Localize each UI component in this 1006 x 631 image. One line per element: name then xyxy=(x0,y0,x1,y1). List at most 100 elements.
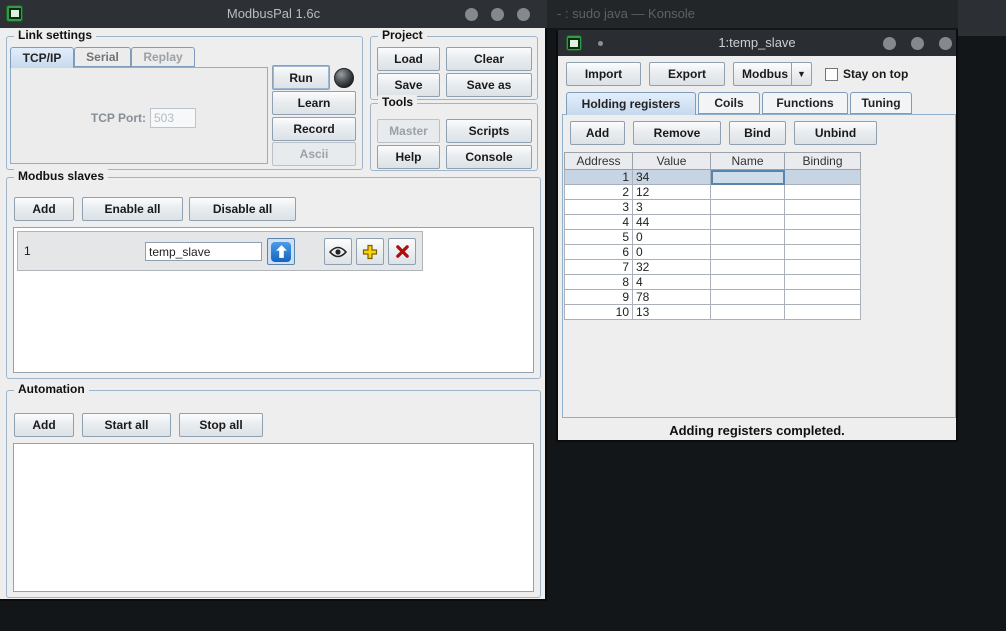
table-cell-bind[interactable] xyxy=(785,260,861,275)
tcp-port-input[interactable] xyxy=(150,108,196,128)
table-cell-addr[interactable]: 2 xyxy=(565,185,633,200)
table-cell-bind[interactable] xyxy=(785,275,861,290)
tab-functions[interactable]: Functions xyxy=(762,92,848,114)
table-row[interactable]: 84 xyxy=(565,275,861,290)
console-button[interactable]: Console xyxy=(446,145,532,169)
table-cell-addr[interactable]: 1 xyxy=(565,170,633,185)
run-button[interactable]: Run xyxy=(272,65,330,90)
master-button[interactable]: Master xyxy=(377,119,440,143)
table-cell-name[interactable] xyxy=(711,305,785,320)
table-cell-name[interactable] xyxy=(711,170,785,185)
table-cell-name[interactable] xyxy=(711,230,785,245)
table-cell-bind[interactable] xyxy=(785,245,861,260)
table-cell-val[interactable]: 32 xyxy=(633,260,711,275)
table-cell-bind[interactable] xyxy=(785,215,861,230)
table-cell-addr[interactable]: 3 xyxy=(565,200,633,215)
table-cell-name[interactable] xyxy=(711,215,785,230)
modbus-mode-select[interactable]: Modbus ▼ xyxy=(733,62,812,86)
slave-duplicate-button[interactable] xyxy=(356,238,384,265)
register-add-button[interactable]: Add xyxy=(570,121,625,145)
maximize-button[interactable] xyxy=(491,8,504,21)
table-cell-val[interactable]: 4 xyxy=(633,275,711,290)
table-cell-val[interactable]: 0 xyxy=(633,245,711,260)
table-row[interactable]: 50 xyxy=(565,230,861,245)
registers-table[interactable]: Address Value Name Binding 1342123344450… xyxy=(564,152,861,320)
table-cell-name[interactable] xyxy=(711,260,785,275)
table-cell-val[interactable]: 13 xyxy=(633,305,711,320)
save-button[interactable]: Save xyxy=(377,73,440,97)
table-cell-val[interactable]: 0 xyxy=(633,230,711,245)
help-button[interactable]: Help xyxy=(377,145,440,169)
slave-delete-button[interactable] xyxy=(388,238,416,265)
minimize-button[interactable] xyxy=(465,8,478,21)
table-cell-bind[interactable] xyxy=(785,185,861,200)
tab-coils[interactable]: Coils xyxy=(698,92,760,114)
start-all-button[interactable]: Start all xyxy=(82,413,171,437)
table-row[interactable]: 60 xyxy=(565,245,861,260)
slave-add-button[interactable]: Add xyxy=(14,197,74,221)
table-row[interactable]: 444 xyxy=(565,215,861,230)
learn-button[interactable]: Learn xyxy=(272,91,356,115)
table-cell-name[interactable] xyxy=(711,290,785,305)
register-remove-button[interactable]: Remove xyxy=(633,121,721,145)
register-unbind-button[interactable]: Unbind xyxy=(794,121,877,145)
load-button[interactable]: Load xyxy=(377,47,440,71)
stop-all-button[interactable]: Stop all xyxy=(179,413,263,437)
import-button[interactable]: Import xyxy=(566,62,641,86)
col-address[interactable]: Address xyxy=(565,153,633,170)
table-cell-val[interactable]: 3 xyxy=(633,200,711,215)
table-cell-addr[interactable]: 4 xyxy=(565,215,633,230)
col-name[interactable]: Name xyxy=(711,153,785,170)
table-cell-bind[interactable] xyxy=(785,230,861,245)
table-cell-bind[interactable] xyxy=(785,200,861,215)
clear-button[interactable]: Clear xyxy=(446,47,532,71)
konsole-titlebar[interactable]: - : sudo java — Konsole xyxy=(547,0,958,28)
export-button[interactable]: Export xyxy=(649,62,725,86)
stay-on-top-checkbox[interactable] xyxy=(825,68,838,81)
enable-all-button[interactable]: Enable all xyxy=(82,197,183,221)
record-button[interactable]: Record xyxy=(272,117,356,141)
table-row[interactable]: 1013 xyxy=(565,305,861,320)
save-as-button[interactable]: Save as xyxy=(446,73,532,97)
automation-add-button[interactable]: Add xyxy=(14,413,74,437)
slave-minimize-button[interactable] xyxy=(883,37,896,50)
modbuspal-titlebar[interactable]: ModbusPal 1.6c xyxy=(0,0,547,28)
table-cell-val[interactable]: 12 xyxy=(633,185,711,200)
ascii-button[interactable]: Ascii xyxy=(272,142,356,166)
col-binding[interactable]: Binding xyxy=(785,153,861,170)
table-cell-val[interactable]: 44 xyxy=(633,215,711,230)
disable-all-button[interactable]: Disable all xyxy=(189,197,296,221)
table-cell-addr[interactable]: 8 xyxy=(565,275,633,290)
slave-name-input[interactable] xyxy=(145,242,262,261)
tab-tuning[interactable]: Tuning xyxy=(850,92,912,114)
slave-window-titlebar[interactable]: 1:temp_slave xyxy=(558,30,956,56)
table-row[interactable]: 33 xyxy=(565,200,861,215)
tab-replay[interactable]: Replay xyxy=(131,47,195,67)
table-row[interactable]: 134 xyxy=(565,170,861,185)
table-cell-addr[interactable]: 5 xyxy=(565,230,633,245)
table-row[interactable]: 212 xyxy=(565,185,861,200)
table-row[interactable]: 732 xyxy=(565,260,861,275)
table-cell-addr[interactable]: 6 xyxy=(565,245,633,260)
automation-list[interactable] xyxy=(13,443,534,592)
scripts-button[interactable]: Scripts xyxy=(446,119,532,143)
table-cell-bind[interactable] xyxy=(785,305,861,320)
table-cell-val[interactable]: 34 xyxy=(633,170,711,185)
table-cell-val[interactable]: 78 xyxy=(633,290,711,305)
table-cell-name[interactable] xyxy=(711,245,785,260)
table-cell-addr[interactable]: 9 xyxy=(565,290,633,305)
slave-maximize-button[interactable] xyxy=(911,37,924,50)
table-row[interactable]: 978 xyxy=(565,290,861,305)
slave-enable-toggle-button[interactable] xyxy=(267,238,295,265)
col-value[interactable]: Value xyxy=(633,153,711,170)
table-cell-bind[interactable] xyxy=(785,170,861,185)
table-cell-addr[interactable]: 7 xyxy=(565,260,633,275)
slave-close-button[interactable] xyxy=(939,37,952,50)
tab-tcpip[interactable]: TCP/IP xyxy=(10,47,74,68)
slave-view-button[interactable] xyxy=(324,238,352,265)
tab-serial[interactable]: Serial xyxy=(74,47,131,67)
table-cell-name[interactable] xyxy=(711,200,785,215)
close-button[interactable] xyxy=(517,8,530,21)
table-cell-bind[interactable] xyxy=(785,290,861,305)
tab-holding-registers[interactable]: Holding registers xyxy=(566,92,696,115)
